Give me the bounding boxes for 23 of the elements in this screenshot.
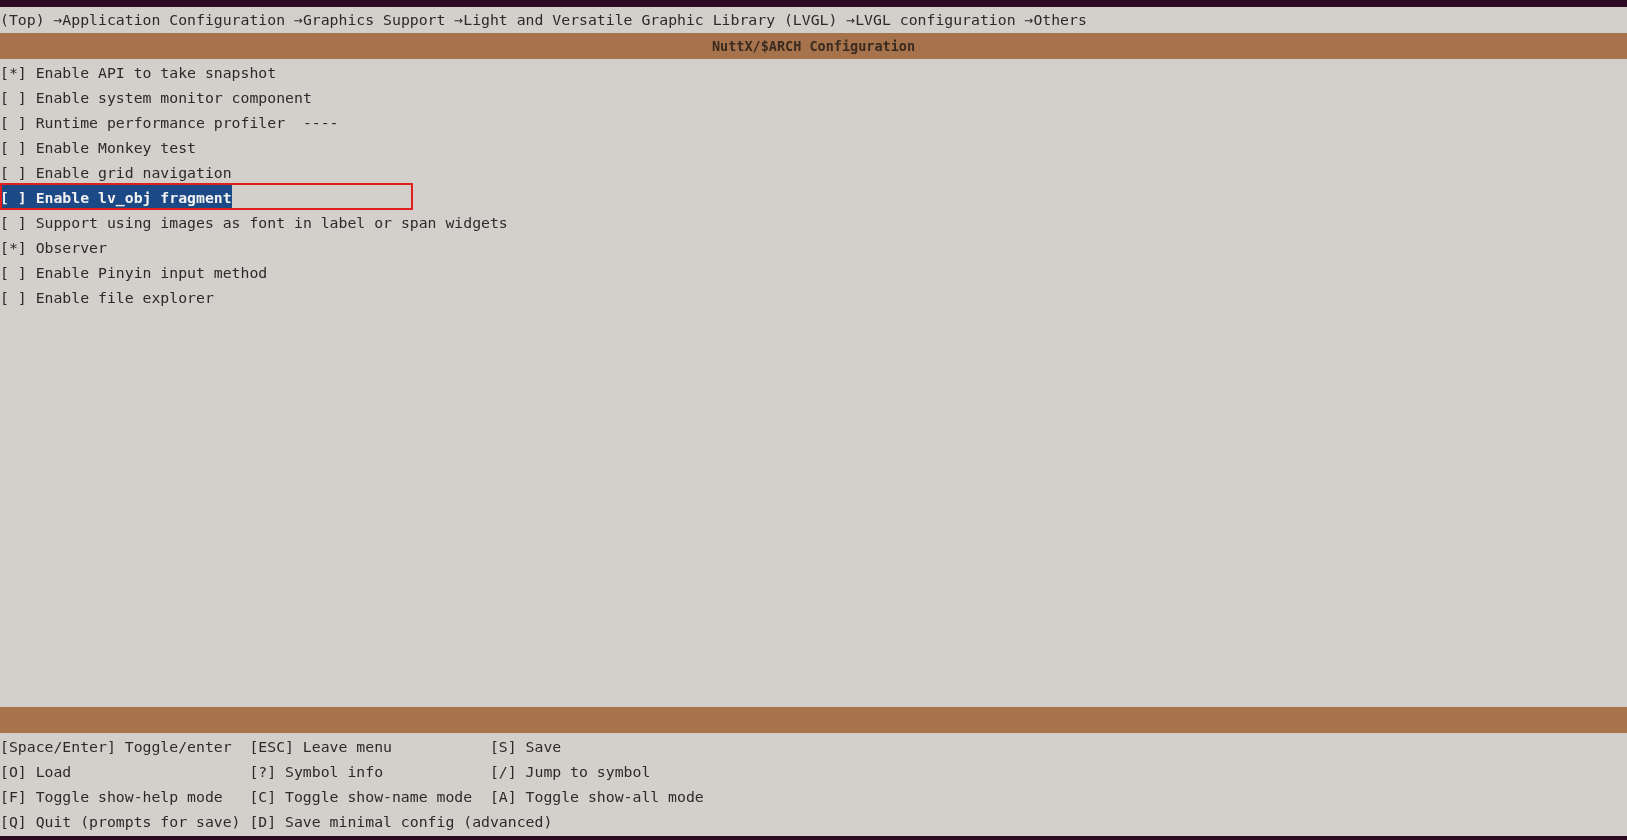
window-title: NuttX/$ARCH Configuration [711, 37, 916, 56]
key-hint: [C] Toggle show-name mode [249, 787, 474, 807]
key-hint: [Space/Enter] Toggle/enter [0, 737, 233, 757]
key-hint: [?] Symbol info [249, 762, 385, 782]
key-hint: [S] Save [489, 737, 562, 757]
menu-item[interactable]: [ ] Enable lv_obj fragment [0, 185, 232, 210]
menu-item[interactable]: [*] Observer [0, 235, 107, 260]
breadcrumb-path: (Top) →Application Configuration →Graphics Support →Light and Versatile Graphic Library (LVGL) →LVGL configuration →Others [0, 10, 1088, 30]
key-hint: [ESC] Leave menu [249, 737, 393, 757]
menu-item[interactable]: [ ] Enable system monitor component [0, 85, 312, 110]
key-hint: [D] Save minimal config (advanced) [249, 812, 553, 832]
menu-item[interactable]: [ ] Enable Pinyin input method [0, 260, 268, 285]
menu-item[interactable]: [*] Enable API to take snapshot [0, 60, 277, 85]
menu-item[interactable]: [ ] Enable grid navigation [0, 160, 232, 185]
key-hint: [O] Load [0, 762, 73, 782]
key-hint: [F] Toggle show-help mode [0, 787, 224, 807]
menu-item[interactable]: [ ] Runtime performance profiler ---- [0, 110, 339, 135]
menu-item[interactable]: [ ] Enable Monkey test [0, 135, 196, 160]
key-hint: [/] Jump to symbol [489, 762, 651, 782]
menu-item[interactable]: [ ] Enable file explorer [0, 285, 214, 310]
key-hint: [A] Toggle show-all mode [489, 787, 704, 807]
key-hint: [Q] Quit (prompts for save) [0, 812, 242, 832]
menu-item[interactable]: [ ] Support using images as font in label or span widgets [0, 210, 508, 235]
